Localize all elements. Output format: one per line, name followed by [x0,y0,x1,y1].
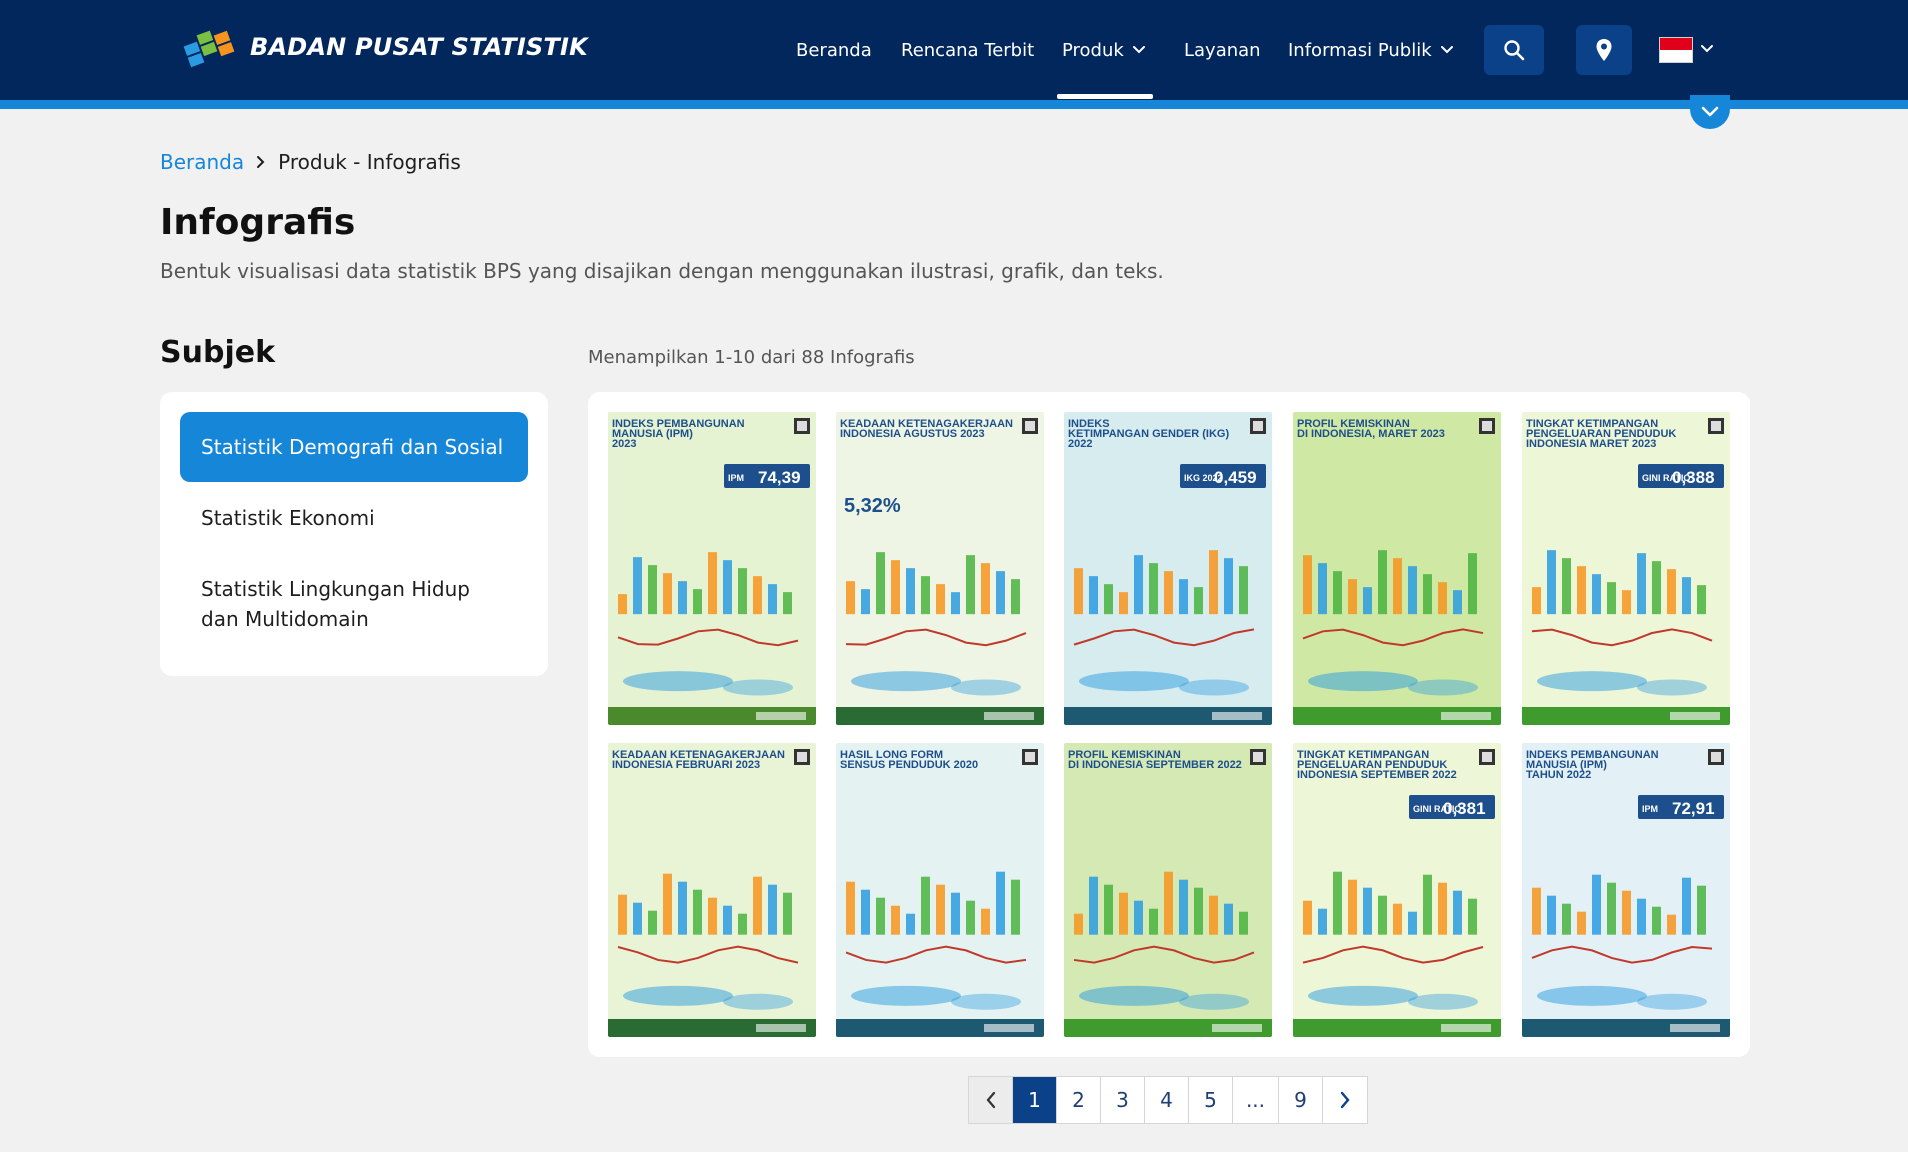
infographic-value: 5,32% [844,495,901,517]
pagination-page-9[interactable]: 9 [1279,1077,1323,1123]
infographic-card[interactable]: HASIL LONG FORM SENSUS PENDUDUK 2020 [836,743,1044,1037]
pagination-page-4[interactable]: 4 [1145,1077,1189,1123]
page-description: Bentuk visualisasi data statistik BPS ya… [160,259,1164,283]
infographic-value: 0,388 [1672,468,1715,487]
nav-layanan[interactable]: Layanan [1184,0,1261,100]
subjek-title: Subjek [160,335,276,370]
indonesia-flag-icon[interactable] [1659,37,1693,63]
infographic-thumbnail: TINGKAT KETIMPANGANPENGELUARAN PENDUDUKI… [1522,412,1730,725]
infographic-grid: INDEKS PEMBANGUNAN MANUSIA (IPM) 2023 IPM 74… [588,392,1750,1057]
pagination-page-5[interactable]: 5 [1189,1077,1233,1123]
nav-produk-label: Produk [1062,39,1124,61]
pagination-prev-button[interactable] [969,1077,1013,1123]
infographic-card[interactable]: TINGKAT KETIMPANGAN PENGELUARAN PENDUDUK I… [1293,743,1501,1037]
pagination: 1 2 3 4 5 ... 9 [968,1076,1368,1124]
infographic-title-line: SENSUS PENDUDUK 2020 [840,759,978,771]
infographic-title-line: TAHUN 2022 [1526,769,1591,781]
infographic-title-line: DI INDONESIA SEPTEMBER 2022 [1068,759,1242,771]
infographic-title-line: 2023 [612,438,636,450]
infographic-value-label: IPM [1642,804,1658,814]
infographic-thumbnail: INDEKSKETIMPANGAN GENDER (IKG)2022IKG 20… [1064,412,1272,725]
nav-rencana-terbit[interactable]: Rencana Terbit [901,0,1034,100]
subjek-item-lingkungan-hidup[interactable]: Statistik Lingkungan Hidup dan Multidoma… [180,574,528,634]
infographic-value: 74,39 [758,468,801,487]
brand-name[interactable]: BADAN PUSAT STATISTIK [250,33,588,61]
page-title: Infografis [160,202,356,243]
search-icon [1504,40,1525,61]
breadcrumb-home-link[interactable]: Beranda [160,150,244,174]
nav-beranda[interactable]: Beranda [796,0,872,100]
nav-layanan-label: Layanan [1184,39,1261,61]
infographic-card[interactable]: INDEKS PEMBANGUNAN MANUSIA (IPM) 2023 IPM 74… [608,412,816,725]
pagination-page-2[interactable]: 2 [1057,1077,1101,1123]
pagination-page-3[interactable]: 3 [1101,1077,1145,1123]
nav-informasi-publik-label: Informasi Publik [1288,39,1432,61]
infographic-thumbnail: HASIL LONG FORMSENSUS PENDUDUK 2020 [836,743,1044,1037]
infographic-card[interactable]: TINGKAT KETIMPANGAN PENGELUARAN PENDUDUK I… [1522,412,1730,725]
location-pin-icon [1596,39,1612,61]
collapse-header-button[interactable] [1690,95,1730,129]
chevron-right-icon [256,155,266,169]
nav-informasi-publik[interactable]: Informasi Publik [1288,0,1454,100]
infographic-thumbnail: KEADAAN KETENAGAKERJAANINDONESIA AGUSTUS… [836,412,1044,725]
location-button[interactable] [1576,25,1632,75]
infographic-title-line: INDONESIA MARET 2023 [1526,438,1656,450]
chevron-down-icon[interactable] [1700,42,1714,56]
infographic-title-line: 2022 [1068,438,1092,450]
chevron-down-icon [1701,106,1719,117]
breadcrumb: Beranda Produk - Infografis [160,150,461,174]
infographic-card[interactable]: KEADAAN KETENAGAKERJAAN INDONESIA FEBRUAR… [608,743,816,1037]
infographic-thumbnail: TINGKAT KETIMPANGANPENGELUARAN PENDUDUKI… [1293,743,1501,1037]
infographic-thumbnail: PROFIL KEMISKINANDI INDONESIA, MARET 202… [1293,412,1501,725]
chevron-right-icon [1340,1091,1350,1109]
infographic-card[interactable]: KEADAAN KETENAGAKERJAAN INDONESIA AGUSTUS… [836,412,1044,725]
chevron-down-icon [1132,46,1145,54]
breadcrumb-current: Produk - Infografis [278,150,461,174]
bps-logo-icon[interactable] [178,24,240,74]
nav-beranda-label: Beranda [796,39,872,61]
infographic-card[interactable]: PROFIL KEMISKINAN DI INDONESIA, MARET 202… [1293,412,1501,725]
subjek-item-label: Statistik Ekonomi [201,506,375,530]
nav-rencana-terbit-label: Rencana Terbit [901,39,1035,61]
nav-produk[interactable]: Produk [1062,0,1146,100]
subjek-filter-card: Statistik Demografi dan Sosial Statistik… [160,392,548,676]
subjek-item-label: Statistik Demografi dan Sosial [201,435,504,459]
infographic-title-line: INDONESIA SEPTEMBER 2022 [1297,769,1457,781]
header-accent-stripe [0,100,1908,109]
subjek-item-demografi-sosial[interactable]: Statistik Demografi dan Sosial [180,412,528,482]
infographic-thumbnail: INDEKS PEMBANGUNANMANUSIA (IPM)2023IPM 74… [608,412,816,725]
infographic-title-line: DI INDONESIA, MARET 2023 [1297,428,1445,440]
pagination-ellipsis: ... [1233,1077,1279,1123]
chevron-left-icon [986,1091,995,1109]
infographic-card[interactable]: INDEKS KETIMPANGAN GENDER (IKG) 2022 IKG 20… [1064,412,1272,725]
pagination-next-button[interactable] [1323,1077,1367,1123]
infographic-title-line: INDONESIA FEBRUARI 2023 [612,759,760,771]
infographic-card[interactable]: PROFIL KEMISKINAN DI INDONESIA SEPTEMBER … [1064,743,1272,1037]
infographic-value-label: IPM [728,473,744,483]
chevron-down-icon [1440,46,1453,54]
infographic-value: 0,459 [1214,468,1257,487]
nav-active-indicator [1057,94,1153,99]
infographic-thumbnail: PROFIL KEMISKINANDI INDONESIA SEPTEMBER … [1064,743,1272,1037]
subjek-item-label: Statistik Lingkungan Hidup dan Multidoma… [201,577,470,631]
infographic-title-line: INDONESIA AGUSTUS 2023 [840,428,985,440]
infographic-card[interactable]: INDEKS PEMBANGUNAN MANUSIA (IPM) TAHUN 202… [1522,743,1730,1037]
subjek-item-ekonomi[interactable]: Statistik Ekonomi [180,503,528,533]
infographic-value: 0,381 [1443,799,1486,818]
infographic-thumbnail: INDEKS PEMBANGUNANMANUSIA (IPM)TAHUN 202… [1522,743,1730,1037]
search-button[interactable] [1484,25,1544,75]
infographic-value: 72,91 [1672,799,1715,818]
pagination-page-1[interactable]: 1 [1013,1077,1057,1123]
results-summary: Menampilkan 1-10 dari 88 Infografis [588,347,915,368]
infographic-thumbnail: KEADAAN KETENAGAKERJAANINDONESIA FEBRUAR… [608,743,816,1037]
